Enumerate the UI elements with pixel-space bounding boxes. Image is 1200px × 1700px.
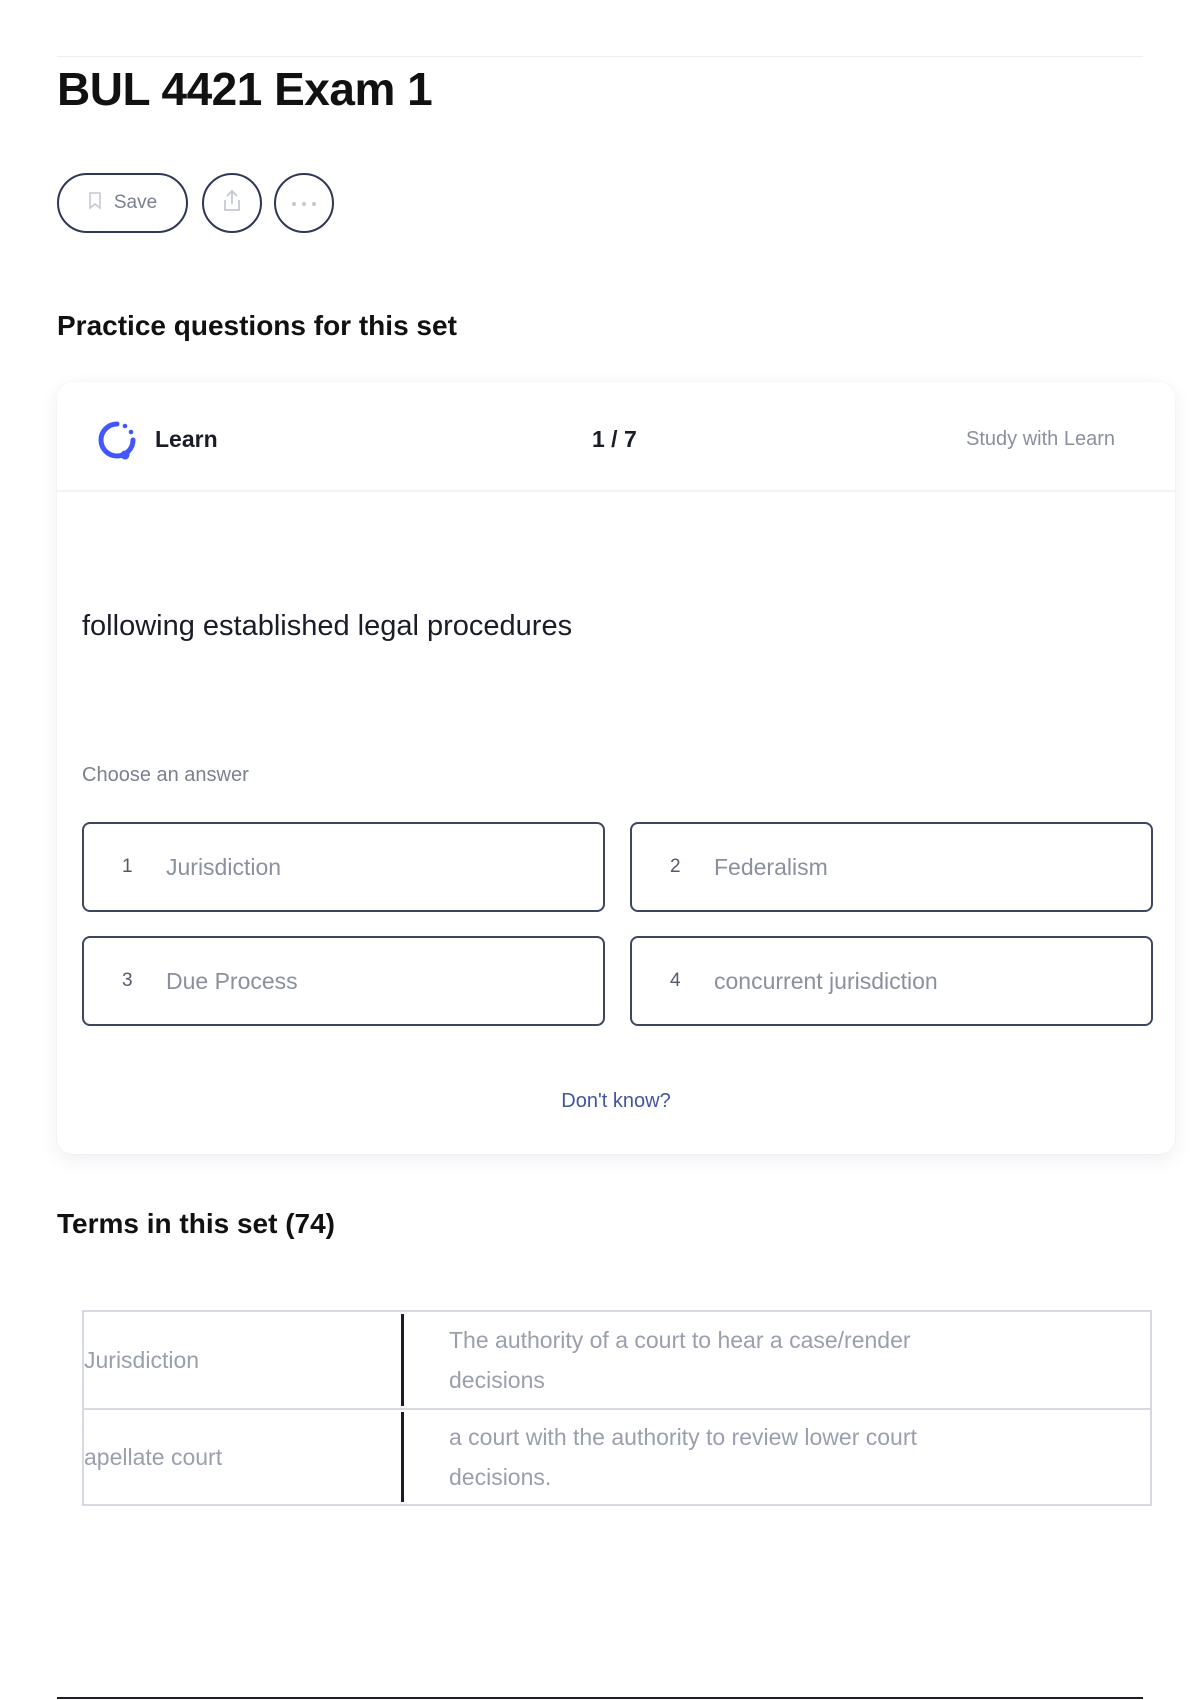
mode-label: Learn <box>155 426 218 452</box>
term-cell: Jurisdiction <box>84 1314 404 1406</box>
practice-card: Learn 1 / 7 Study with Learn following e… <box>57 382 1175 1154</box>
answer-option-1[interactable]: 1 Jurisdiction <box>82 822 605 912</box>
bookmark-icon <box>88 191 102 215</box>
share-icon <box>220 188 244 219</box>
more-icon <box>291 194 317 212</box>
answer-number: 1 <box>122 856 133 877</box>
save-label: Save <box>113 192 158 213</box>
answer-text: Federalism <box>714 853 828 880</box>
study-with-learn-link[interactable]: Study with Learn <box>966 428 1115 451</box>
share-button[interactable] <box>202 173 262 233</box>
answer-text: Jurisdiction <box>166 853 282 880</box>
definition-cell: a court with the authority to review low… <box>449 1424 917 1490</box>
answer-option-2[interactable]: 2 Federalism <box>630 822 1153 912</box>
question-progress: 1 / 7 <box>592 426 637 452</box>
answer-text: concurrent jurisdiction <box>714 967 938 994</box>
action-bar: Save <box>57 173 334 233</box>
dont-know-link[interactable]: Don't know? <box>57 1090 1175 1113</box>
card-header: Learn 1 / 7 Study with Learn <box>57 382 1175 492</box>
terms-heading: Terms in this set (74) <box>57 1208 336 1239</box>
definition-cell: The authority of a court to hear a case/… <box>449 1327 911 1393</box>
table-row: apellate court a court with the authorit… <box>84 1408 1150 1504</box>
table-row: Jurisdiction The authority of a court to… <box>84 1312 1150 1408</box>
answer-grid: 1 Jurisdiction 2 Federalism 3 Due Proces… <box>82 822 1153 1026</box>
learn-icon <box>95 418 139 462</box>
answer-option-3[interactable]: 3 Due Process <box>82 936 605 1026</box>
page: BUL 4421 Exam 1 Save Practice questions … <box>0 0 1200 1700</box>
bottom-divider <box>57 1697 1143 1699</box>
top-divider <box>57 56 1143 57</box>
answer-number: 4 <box>670 970 681 991</box>
term-cell: apellate court <box>84 1412 404 1502</box>
save-button[interactable]: Save <box>57 173 188 233</box>
terms-table: Jurisdiction The authority of a court to… <box>82 1310 1152 1506</box>
question-prompt: following established legal procedures <box>82 610 573 642</box>
more-options-button[interactable] <box>274 173 334 233</box>
choose-answer-label: Choose an answer <box>82 764 249 786</box>
answer-text: Due Process <box>166 967 298 994</box>
answer-option-4[interactable]: 4 concurrent jurisdiction <box>630 936 1153 1026</box>
answer-number: 2 <box>670 856 681 877</box>
answer-number: 3 <box>122 970 133 991</box>
practice-heading: Practice questions for this set <box>57 310 457 341</box>
page-title: BUL 4421 Exam 1 <box>57 63 433 115</box>
